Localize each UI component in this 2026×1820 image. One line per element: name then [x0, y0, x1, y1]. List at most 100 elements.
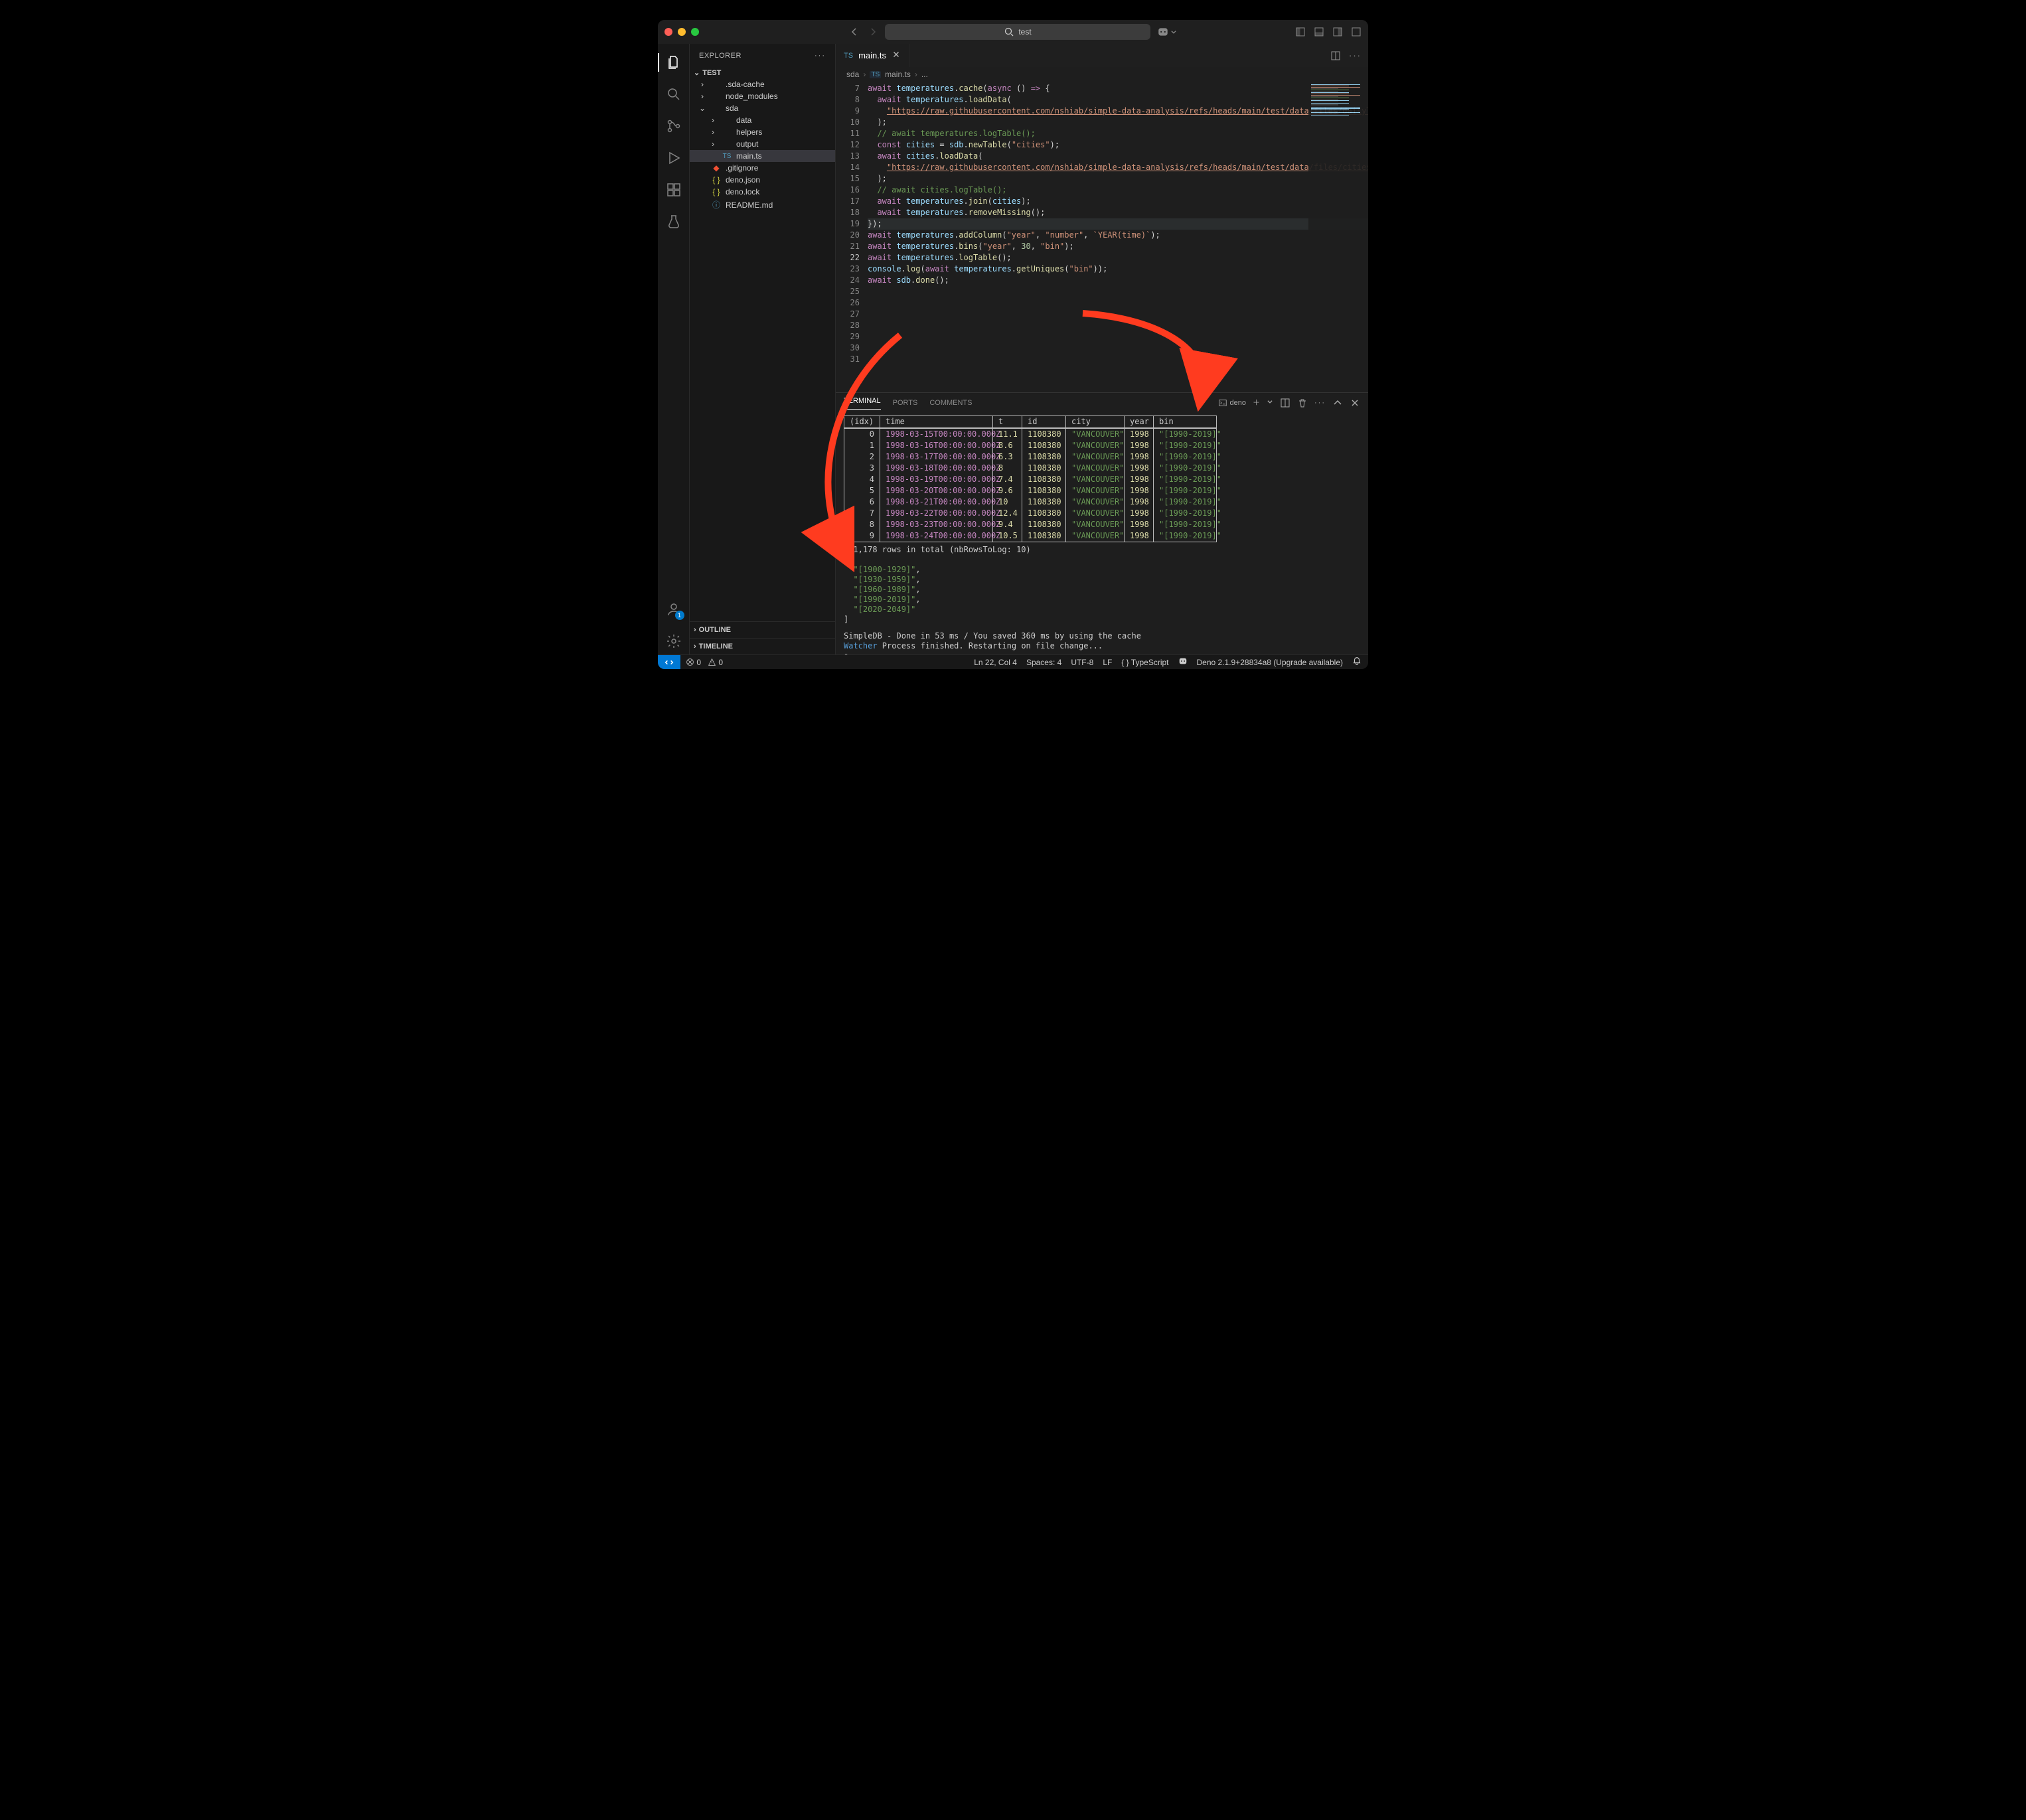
status-spaces[interactable]: Spaces: 4 — [1026, 658, 1061, 667]
status-lang[interactable]: { } TypeScript — [1121, 658, 1168, 667]
panel-tab-terminal[interactable]: TERMINAL — [844, 396, 881, 410]
editor-more-icon[interactable]: ··· — [1349, 50, 1362, 60]
new-terminal-icon[interactable]: ＋ — [1253, 398, 1260, 408]
tab-main-ts[interactable]: TS main.ts — [836, 44, 909, 67]
tree-folder[interactable]: ›.sda-cache — [690, 78, 835, 90]
status-eol[interactable]: LF — [1103, 658, 1112, 667]
tree-file[interactable]: { }deno.json — [690, 174, 835, 186]
layout-icon-2[interactable] — [1314, 27, 1324, 37]
sidebar-project-header[interactable]: ⌄ TEST — [690, 67, 835, 78]
table-cell: 7 — [844, 508, 880, 519]
table-cell: "VANCOUVER" — [1066, 451, 1125, 463]
sidebar-outline-header[interactable]: › OUTLINE — [690, 621, 835, 638]
table-cell: "[1990-2019]" — [1154, 519, 1216, 530]
tree-file[interactable]: ◆.gitignore — [690, 162, 835, 174]
split-terminal-icon[interactable] — [1280, 398, 1290, 408]
sidebar-explorer: EXPLORER ··· ⌄ TEST ›.sda-cache›node_mod… — [690, 44, 836, 654]
tree-item-label: deno.lock — [726, 187, 759, 196]
table-row: 71998-03-22T00:00:00.000Z12.41108380"VAN… — [844, 508, 1216, 519]
tree-item-label: data — [736, 115, 751, 125]
activity-testing[interactable] — [658, 208, 690, 235]
tree-folder[interactable]: ⌄sda — [690, 102, 835, 114]
status-problems[interactable]: 0 0 — [686, 658, 723, 667]
minimap[interactable] — [1308, 82, 1368, 392]
layout-icon-3[interactable] — [1332, 27, 1343, 37]
status-encoding[interactable]: UTF-8 — [1071, 658, 1093, 667]
copilot-button[interactable] — [1157, 26, 1177, 38]
chevron-icon — [698, 187, 707, 196]
table-cell: 1108380 — [1022, 451, 1066, 463]
table-cell: 8 — [844, 519, 880, 530]
table-cell: 1998-03-21T00:00:00.000Z — [880, 496, 993, 508]
tree-folder[interactable]: ›output — [690, 138, 835, 150]
tree-folder[interactable]: ›data — [690, 114, 835, 126]
breadcrumbs[interactable]: sda › TS main.ts › ... — [836, 67, 1368, 82]
status-ln-col[interactable]: Ln 22, Col 4 — [974, 658, 1017, 667]
table-cell: "VANCOUVER" — [1066, 440, 1125, 451]
nav-back-icon[interactable] — [849, 27, 860, 37]
activity-explorer[interactable] — [658, 49, 690, 76]
terminal-dropdown-icon[interactable] — [1267, 398, 1273, 408]
command-center-search[interactable]: test — [885, 24, 1150, 40]
tree-file[interactable]: TSmain.ts — [690, 150, 835, 162]
table-cell: 1998 — [1125, 451, 1154, 463]
activity-extensions[interactable] — [658, 177, 690, 203]
panel-tab-comments[interactable]: COMMENTS — [929, 398, 972, 408]
sidebar-project-name: TEST — [702, 69, 721, 77]
code-line: await temperatures.cache(async () => { — [868, 83, 1368, 94]
close-window-button[interactable] — [664, 28, 672, 36]
activity-settings[interactable] — [658, 628, 690, 654]
code-line: }); — [868, 218, 1368, 230]
table-cell: "VANCOUVER" — [1066, 485, 1125, 496]
tree-folder[interactable]: ›helpers — [690, 126, 835, 138]
panel: TERMINAL PORTS COMMENTS deno ＋ ··· — [836, 392, 1368, 654]
tree-file[interactable]: { }deno.lock — [690, 186, 835, 198]
status-bell-icon[interactable] — [1352, 656, 1362, 668]
code-line: // await temperatures.logTable(); — [868, 128, 1368, 139]
sidebar-timeline-header[interactable]: › TIMELINE — [690, 638, 835, 654]
editor-tabs: TS main.ts ··· — [836, 44, 1368, 67]
kill-terminal-icon[interactable] — [1297, 398, 1308, 408]
layout-icon-4[interactable] — [1351, 27, 1362, 37]
nav-forward-icon[interactable] — [868, 27, 878, 37]
status-deno[interactable]: Deno 2.1.9+28834a8 (Upgrade available) — [1197, 658, 1344, 667]
activity-source-control[interactable] — [658, 113, 690, 139]
editor-body[interactable]: 7891011121314151617181920212223242526272… — [836, 82, 1368, 392]
panel-more-icon[interactable]: ··· — [1314, 398, 1326, 408]
chevron-icon — [698, 175, 707, 185]
watcher-line: Watcher Process finished. Restarting on … — [844, 641, 1360, 651]
code-content[interactable]: await temperatures.cache(async () => { a… — [868, 82, 1368, 392]
table-cell: 1108380 — [1022, 519, 1066, 530]
table-cell: "[1990-2019]" — [1154, 429, 1216, 440]
terminal-profile[interactable]: deno — [1218, 398, 1246, 408]
layout-icon-1[interactable] — [1295, 27, 1306, 37]
maximize-panel-icon[interactable] — [1332, 398, 1343, 408]
terminal-output[interactable]: (idx)timetidcityyearbin01998-03-15T00:00… — [836, 413, 1368, 654]
breadcrumb-item[interactable]: main.ts — [885, 70, 911, 79]
table-header: bin — [1154, 416, 1216, 427]
panel-tab-ports[interactable]: PORTS — [893, 398, 918, 408]
breadcrumb-item[interactable]: sda — [846, 70, 859, 79]
close-panel-icon[interactable] — [1350, 398, 1360, 408]
watcher-label: Watcher — [844, 641, 878, 650]
activity-accounts[interactable]: 1 — [658, 596, 690, 623]
activity-run-debug[interactable] — [658, 145, 690, 171]
tree-item-label: .sda-cache — [726, 80, 765, 89]
chevron-right-icon: › — [863, 70, 866, 79]
activity-bar: 1 — [658, 44, 690, 654]
chevron-right-icon: › — [694, 643, 696, 650]
breadcrumb-item[interactable]: ... — [921, 70, 928, 79]
table-row: 41998-03-19T00:00:00.000Z7.41108380"VANC… — [844, 474, 1216, 485]
tree-folder[interactable]: ›node_modules — [690, 90, 835, 102]
tree-file[interactable]: ⓘREADME.md — [690, 198, 835, 212]
split-editor-icon[interactable] — [1330, 50, 1341, 61]
remote-indicator[interactable] — [658, 655, 680, 669]
status-copilot-icon[interactable] — [1178, 656, 1188, 668]
sidebar-timeline-label: TIMELINE — [699, 643, 733, 650]
activity-search[interactable] — [658, 81, 690, 108]
sidebar-more-icon[interactable]: ··· — [815, 52, 826, 60]
close-tab-icon[interactable] — [892, 50, 901, 61]
maximize-window-button[interactable] — [691, 28, 699, 36]
status-lang-label: TypeScript — [1131, 658, 1169, 667]
minimize-window-button[interactable] — [678, 28, 686, 36]
